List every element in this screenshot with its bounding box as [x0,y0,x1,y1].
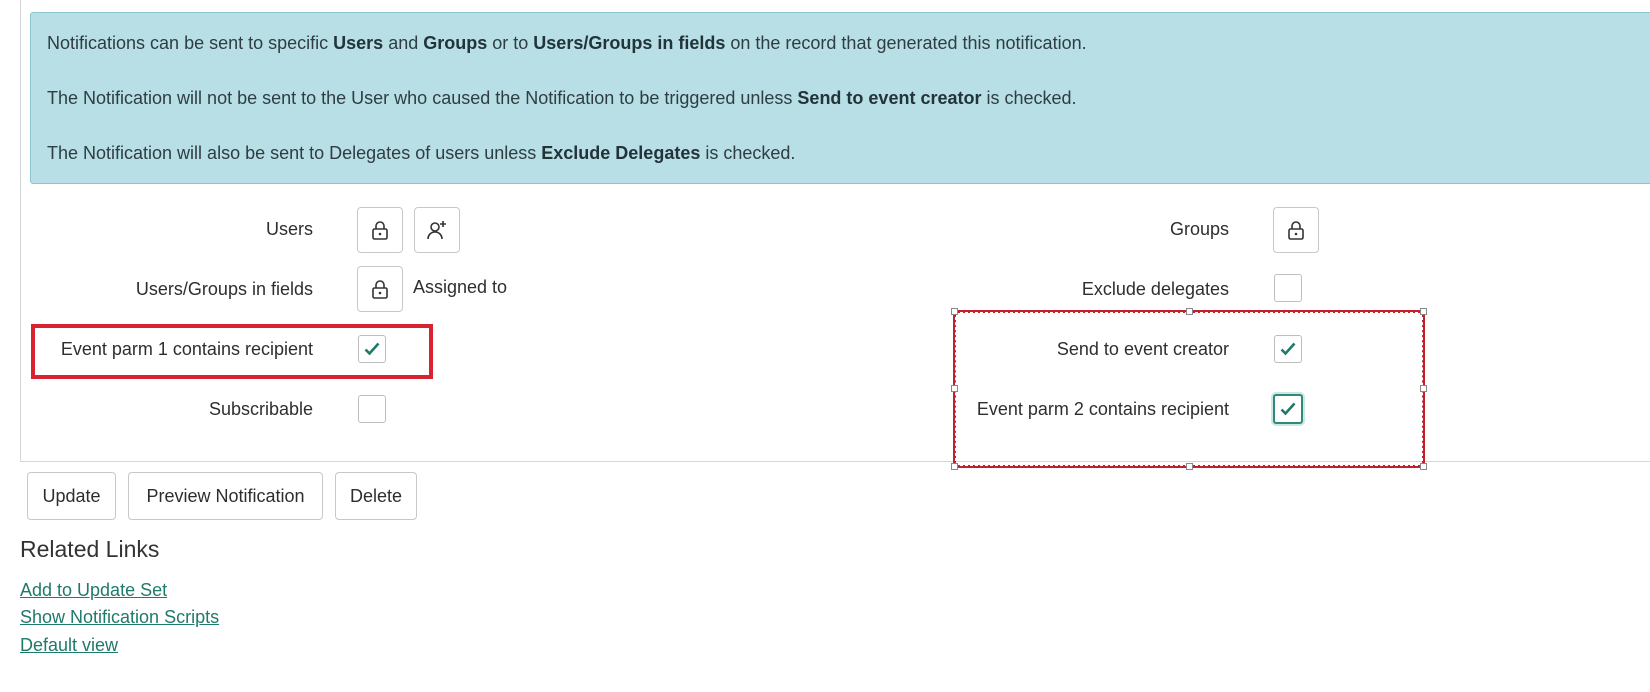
highlight-box-event-parm1 [31,324,433,379]
lock-icon [372,280,388,299]
groups-lock-button[interactable] [1273,207,1319,253]
resize-handle[interactable] [1186,308,1193,315]
lock-icon [372,221,388,240]
subscribable-checkbox[interactable] [358,395,386,423]
users-groups-fields-value: Assigned to [413,277,508,297]
link-add-to-update-set[interactable]: Add to Update Set [20,580,167,601]
resize-handle[interactable] [951,385,958,392]
resize-handle[interactable] [951,463,958,470]
users-groups-in-fields-label: Users/Groups in fields [135,279,313,299]
groups-label: Groups [1169,219,1229,239]
resize-handle[interactable] [1186,463,1193,470]
add-user-icon [427,221,446,240]
preview-notification-button[interactable]: Preview Notification [128,472,323,520]
delete-button[interactable]: Delete [335,472,417,520]
link-show-notification-scripts[interactable]: Show Notification Scripts [20,607,219,628]
related-links-heading: Related Links [20,536,160,562]
lock-icon [1288,221,1304,240]
info-line-3: The Notification will also be sent to De… [47,143,796,163]
exclude-delegates-label: Exclude delegates [1081,279,1229,299]
highlight-box-selection [953,310,1425,468]
exclude-delegates-checkbox[interactable] [1274,274,1302,302]
form-left-border [20,0,21,462]
subscribable-label: Subscribable [208,399,313,419]
info-line-2: The Notification will not be sent to the… [47,88,1077,108]
users-label: Users [265,219,313,239]
resize-handle[interactable] [1420,385,1427,392]
update-button[interactable]: Update [27,472,116,520]
resize-handle[interactable] [1420,308,1427,315]
users-groups-fields-lock-button[interactable] [357,266,403,312]
users-lock-button[interactable] [357,207,403,253]
info-message-box: Notifications can be sent to specific Us… [30,12,1650,184]
info-line-1: Notifications can be sent to specific Us… [47,33,1087,53]
resize-handle[interactable] [1420,463,1427,470]
link-default-view[interactable]: Default view [20,635,118,656]
resize-handle[interactable] [951,308,958,315]
add-user-button[interactable] [414,207,460,253]
